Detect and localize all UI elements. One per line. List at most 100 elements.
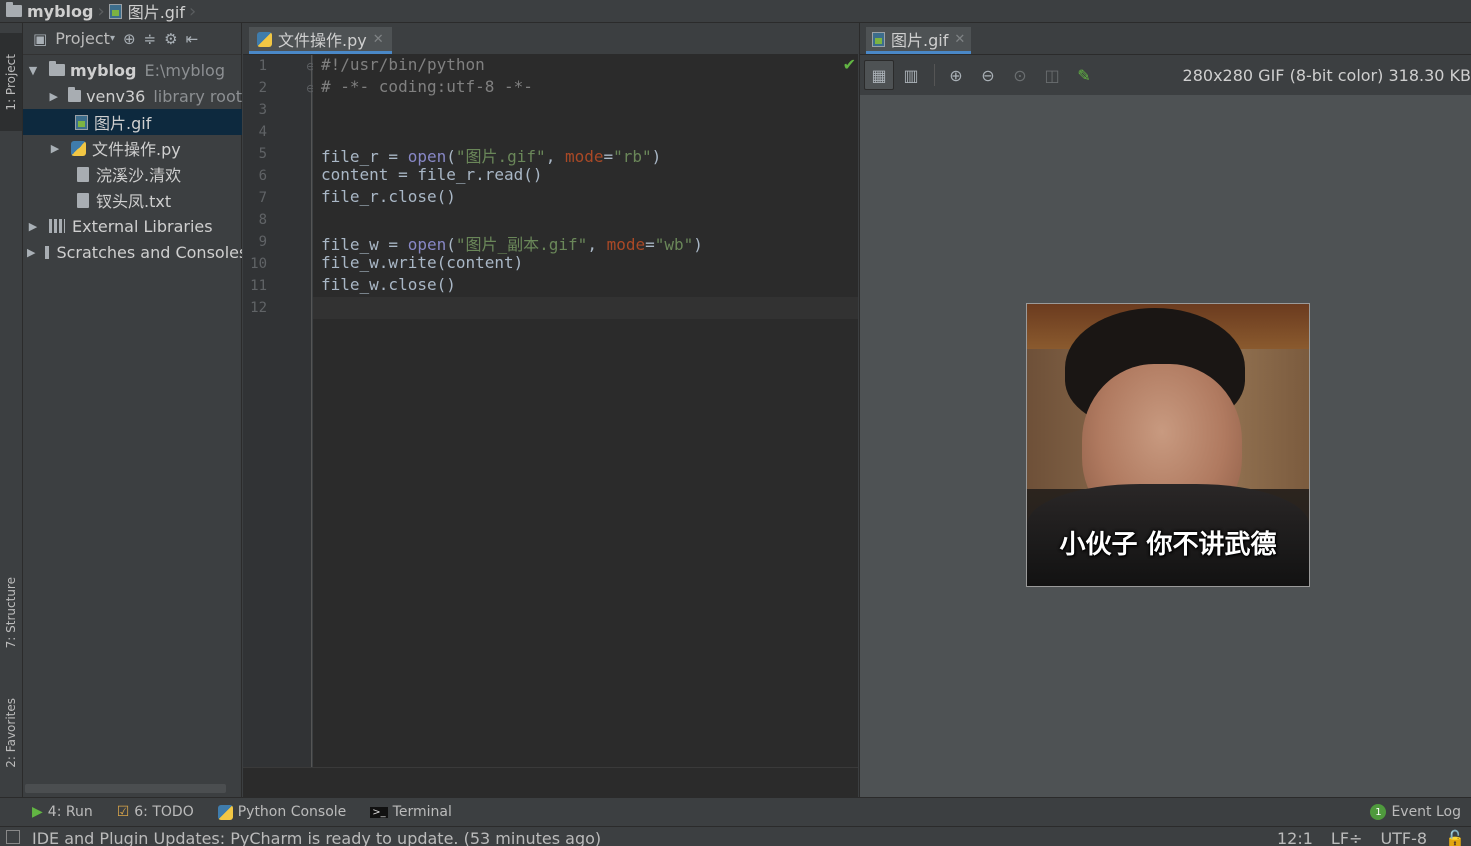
todo-icon: ☑ bbox=[116, 804, 130, 820]
inspection-ok-icon[interactable]: ✔ bbox=[843, 55, 856, 74]
library-icon bbox=[49, 219, 65, 233]
tab-file-py-label: 文件操作.py bbox=[278, 31, 367, 50]
grid-toggle-icon[interactable]: ▥ bbox=[896, 60, 926, 90]
line-number: 1 bbox=[258, 58, 267, 74]
folder-icon bbox=[68, 87, 82, 102]
chessboard-background-icon[interactable]: ▦ bbox=[864, 60, 894, 90]
breadcrumb-separator: › bbox=[97, 0, 105, 22]
python-console-button[interactable]: Python Console bbox=[206, 804, 359, 820]
root-folder-path: E:\myblog bbox=[144, 60, 225, 80]
zoom-in-icon[interactable]: ⊕ bbox=[941, 60, 971, 90]
tool-tab-favorites[interactable]: 2: Favorites bbox=[0, 683, 22, 783]
expand-arrow-icon[interactable]: ▶ bbox=[49, 90, 58, 103]
viewer-tab-bar: 图片.gif ✕ bbox=[859, 23, 1471, 55]
gif-file-icon bbox=[75, 114, 88, 130]
status-toggle-icon[interactable] bbox=[6, 830, 20, 844]
code-editor[interactable]: ✔ #!/usr/bin/python # -*- coding:utf-8 -… bbox=[313, 55, 858, 797]
code-line: file_w = open("图片_副本.gif", mode="wb") bbox=[321, 235, 703, 254]
project-horizontal-scrollbar[interactable] bbox=[25, 784, 226, 793]
actual-size-icon[interactable]: ⊙ bbox=[1005, 60, 1035, 90]
tree-row-root[interactable]: ▼ myblog E:\myblog bbox=[23, 57, 242, 83]
expand-arrow-icon[interactable]: ▶ bbox=[49, 142, 61, 155]
close-icon[interactable]: ✕ bbox=[954, 32, 965, 47]
todo-tool-button[interactable]: ☑ 6: TODO bbox=[105, 804, 206, 820]
tree-row-gif[interactable]: 图片.gif bbox=[23, 109, 242, 135]
current-line-highlight bbox=[313, 297, 858, 319]
python-file-icon bbox=[257, 31, 272, 47]
project-view-dropdown[interactable]: Project bbox=[55, 29, 110, 48]
line-number: 5 bbox=[258, 146, 267, 162]
tree-row-scratches[interactable]: ▶ Scratches and Consoles bbox=[23, 239, 242, 265]
line-number: 2 bbox=[258, 80, 267, 96]
code-line: file_r = open("图片.gif", mode="rb") bbox=[321, 147, 662, 166]
close-icon[interactable]: ✕ bbox=[373, 32, 384, 47]
line-number: 3 bbox=[258, 102, 267, 118]
code-line: file_w.close() bbox=[321, 275, 456, 294]
tree-row-external-libraries[interactable]: ▶ External Libraries bbox=[23, 213, 242, 239]
todo-tool-label: 6: TODO bbox=[134, 804, 194, 820]
editor-tab-bar: 文件操作.py ✕ bbox=[243, 23, 858, 55]
line-number: 6 bbox=[258, 168, 267, 184]
tool-tab-structure[interactable]: 7: Structure bbox=[0, 563, 22, 663]
fit-to-window-icon[interactable]: ◫ bbox=[1037, 60, 1067, 90]
left-tool-strip: 1: Project 7: Structure 2: Favorites bbox=[0, 23, 23, 797]
run-tool-button[interactable]: ▶ 4: Run bbox=[0, 804, 105, 820]
tool-tab-project[interactable]: 1: Project bbox=[0, 33, 22, 131]
poem1-file-name: 浣溪沙.清欢 bbox=[96, 166, 182, 185]
expand-arrow-icon[interactable]: ▶ bbox=[27, 220, 39, 233]
tool-tab-structure-label: 7: Structure bbox=[4, 577, 18, 649]
code-line: #!/usr/bin/python bbox=[321, 55, 485, 74]
terminal-icon: >_ bbox=[370, 806, 388, 818]
folder-icon bbox=[6, 2, 22, 17]
event-log-button[interactable]: 1 Event Log bbox=[1358, 804, 1471, 820]
breadcrumb-file[interactable]: 图片.gif bbox=[128, 0, 185, 23]
root-folder-name: myblog bbox=[70, 60, 137, 80]
zoom-out-icon[interactable]: ⊖ bbox=[973, 60, 1003, 90]
tree-row-py[interactable]: ▶ 文件操作.py bbox=[23, 135, 242, 161]
line-number: 4 bbox=[258, 124, 267, 140]
navigation-breadcrumb: myblog › 图片.gif › bbox=[0, 0, 1471, 23]
tool-tab-project-label: 1: Project bbox=[4, 53, 18, 111]
tab-file-py[interactable]: 文件操作.py ✕ bbox=[249, 27, 392, 54]
editor-gutter: 1 2 3 4 5 6 7 8 9 10 11 12 ⊖ ⊖ bbox=[243, 55, 315, 797]
status-message[interactable]: IDE and Plugin Updates: PyCharm is ready… bbox=[32, 829, 601, 846]
lock-icon[interactable]: 🔓 bbox=[1445, 829, 1465, 846]
tree-row-poem2[interactable]: 钗头凤.txt bbox=[23, 187, 242, 213]
python-file-icon bbox=[71, 140, 86, 156]
collapse-all-icon[interactable]: ≑ bbox=[144, 30, 157, 48]
file-encoding[interactable]: UTF-8 bbox=[1380, 829, 1427, 846]
expand-arrow-icon[interactable]: ▼ bbox=[27, 64, 39, 77]
tab-file-gif-label: 图片.gif bbox=[891, 31, 949, 50]
image-viewer-canvas[interactable]: 小伙子 你不讲武德 bbox=[859, 95, 1471, 797]
python-console-label: Python Console bbox=[237, 804, 347, 820]
tab-file-gif[interactable]: 图片.gif ✕ bbox=[866, 27, 972, 54]
terminal-button[interactable]: >_ Terminal bbox=[358, 804, 464, 820]
venv-folder-name: venv36 bbox=[86, 86, 146, 106]
project-toolbar: ▣ Project ▾ ⊕ ≑ ⚙ ⇤ bbox=[23, 23, 241, 55]
code-line: # -*- coding:utf-8 -*- bbox=[321, 77, 533, 96]
external-libraries-label: External Libraries bbox=[72, 216, 213, 236]
line-number: 7 bbox=[258, 190, 267, 206]
editor-horizontal-scrollbar[interactable] bbox=[243, 767, 858, 797]
line-number: 8 bbox=[258, 212, 267, 228]
expand-arrow-icon[interactable]: ▶ bbox=[27, 246, 35, 259]
hide-panel-icon[interactable]: ⇤ bbox=[186, 30, 199, 48]
image-caption: 小伙子 你不讲武德 bbox=[1059, 530, 1277, 560]
breadcrumb-separator: › bbox=[189, 0, 197, 22]
line-separator[interactable]: LF÷ bbox=[1331, 829, 1363, 846]
breadcrumb-project[interactable]: myblog bbox=[27, 2, 93, 21]
event-log-label: Event Log bbox=[1391, 804, 1461, 820]
python-console-icon bbox=[217, 804, 233, 820]
code-line: content = file_r.read() bbox=[321, 165, 543, 184]
cursor-position[interactable]: 12:1 bbox=[1277, 829, 1313, 846]
run-tool-label: 4: Run bbox=[47, 804, 93, 820]
terminal-label: Terminal bbox=[392, 804, 452, 820]
tree-row-poem1[interactable]: 浣溪沙.清欢 bbox=[23, 161, 242, 187]
locate-icon[interactable]: ⊕ bbox=[123, 30, 136, 48]
color-picker-icon[interactable]: ✎ bbox=[1069, 60, 1099, 90]
chevron-down-icon[interactable]: ▾ bbox=[110, 33, 115, 44]
project-view-icon: ▣ bbox=[33, 29, 48, 48]
text-file-icon bbox=[77, 192, 89, 208]
tree-row-venv[interactable]: ▶ venv36 library root bbox=[23, 83, 243, 109]
gear-icon[interactable]: ⚙ bbox=[164, 30, 177, 48]
